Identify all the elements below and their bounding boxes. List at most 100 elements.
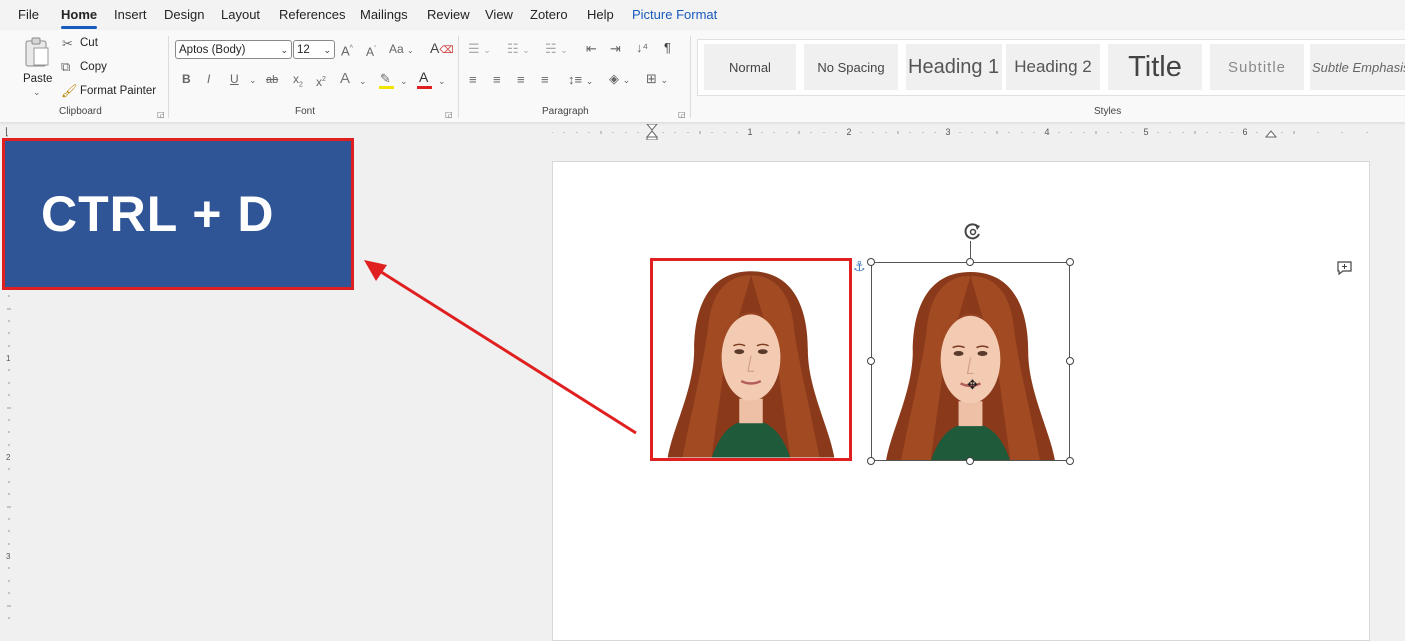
move-cursor-icon: ✥ — [967, 377, 978, 392]
line-spacing-icon[interactable]: ↕≡ ⌄ — [568, 73, 593, 88]
ruler-number: 3 — [6, 552, 11, 561]
strikethrough-icon[interactable]: ab — [266, 74, 278, 87]
tab-help[interactable]: Help — [587, 7, 614, 22]
chevron-down-icon: ⌄ — [438, 76, 446, 86]
style-normal[interactable]: Normal — [704, 44, 796, 90]
rotate-icon — [964, 223, 980, 240]
tab-picture-format[interactable]: Picture Format — [632, 7, 717, 22]
dialog-launcher-icon[interactable]: ◲ — [157, 108, 165, 121]
tab-design[interactable]: Design — [164, 7, 204, 22]
tab-references[interactable]: References — [279, 7, 345, 22]
style-heading-1[interactable]: Heading 1 — [906, 44, 1002, 90]
style-no-spacing[interactable]: No Spacing — [804, 44, 898, 90]
resize-handle-left[interactable] — [867, 357, 875, 365]
shortcut-text: CTRL + D — [41, 186, 275, 242]
cut-button[interactable]: Cut — [80, 37, 98, 49]
separator — [690, 36, 691, 118]
numbering-icon[interactable]: ☷ ⌄ — [507, 42, 530, 57]
chevron-down-icon: ⌄ — [33, 87, 41, 97]
superscript-mark: 2 — [322, 76, 326, 83]
shading-icon[interactable]: ◈ ⌄ — [609, 72, 630, 87]
resize-handle-top-right[interactable] — [1066, 258, 1074, 266]
tab-home[interactable]: Home — [61, 7, 97, 22]
tab-mailings[interactable]: Mailings — [360, 7, 408, 22]
horizontal-ruler[interactable]: 1 2 3 4 5 6 — [552, 124, 1370, 140]
style-heading-2[interactable]: Heading 2 — [1006, 44, 1100, 90]
copy-button[interactable]: Copy — [80, 61, 107, 73]
paste-label: Paste — [23, 73, 53, 85]
font-size-value: 12 — [297, 44, 310, 56]
italic-icon[interactable]: I — [207, 73, 210, 86]
separator — [458, 36, 459, 118]
separator — [168, 36, 169, 118]
dialog-launcher-icon[interactable]: ◲ — [445, 108, 453, 121]
bold-icon[interactable]: B — [182, 73, 191, 86]
subscript-icon[interactable]: x2 — [293, 73, 303, 91]
rotate-handle[interactable] — [962, 221, 984, 243]
font-size-select[interactable]: 12 ⌄ — [293, 40, 335, 59]
justify-icon[interactable]: ≡ — [541, 73, 549, 86]
highlight-icon[interactable]: ✎ — [380, 72, 391, 85]
borders-icon[interactable]: ⊞ ⌄ — [646, 72, 668, 87]
chevron-down-icon: ⌄ — [359, 76, 367, 86]
tab-view[interactable]: View — [485, 7, 513, 22]
change-case-icon[interactable]: Aa ⌄ — [389, 43, 414, 57]
ruler-number: 2 — [6, 453, 11, 462]
chevron-down-icon: ⌄ — [323, 45, 331, 55]
align-left-icon[interactable]: ≡ — [469, 73, 477, 86]
style-subtitle[interactable]: Subtitle — [1210, 44, 1304, 90]
multilevel-list-icon[interactable]: ☵ ⌄ — [545, 42, 568, 57]
resize-handle-bottom-right[interactable] — [1066, 457, 1074, 465]
new-comment-icon[interactable] — [1336, 260, 1354, 276]
font-group-label: Font — [295, 106, 316, 117]
clipboard-group-label: Clipboard — [59, 106, 102, 117]
right-indent-marker[interactable] — [1264, 130, 1278, 138]
style-title[interactable]: Title — [1108, 44, 1202, 90]
shrink-font-glyph: A — [366, 45, 375, 59]
grow-font-glyph: A — [341, 43, 350, 59]
tab-layout[interactable]: Layout — [221, 7, 260, 22]
paste-button[interactable]: Paste ⌄ — [18, 34, 56, 98]
superscript-icon[interactable]: x2 — [316, 73, 326, 89]
font-family-select[interactable]: Aptos (Body) ⌄ — [175, 40, 292, 59]
font-color-icon[interactable]: A — [419, 70, 428, 84]
styles-group-label: Styles — [1094, 106, 1122, 117]
resize-handle-top[interactable] — [966, 258, 974, 266]
underline-icon[interactable]: U — [230, 73, 239, 86]
resize-handle-right[interactable] — [1066, 357, 1074, 365]
ruler-number: 5 — [1143, 127, 1148, 137]
original-picture[interactable] — [650, 258, 852, 461]
show-marks-icon[interactable]: ¶ — [664, 41, 671, 54]
portrait-woman-image — [653, 261, 849, 458]
text-effects-icon[interactable]: A — [340, 71, 350, 86]
tab-review[interactable]: Review — [427, 7, 470, 22]
tab-insert[interactable]: Insert — [114, 7, 147, 22]
subscript-mark: 2 — [299, 81, 303, 89]
resize-handle-top-left[interactable] — [867, 258, 875, 266]
font-color-bar — [417, 86, 432, 89]
tab-file[interactable]: File — [18, 7, 39, 22]
style-subtle-emphasis[interactable]: Subtle Emphasis — [1310, 44, 1405, 90]
ruler-number: 6 — [1242, 127, 1247, 137]
ruler-number: 4 — [1044, 127, 1049, 137]
tab-zotero[interactable]: Zotero — [530, 7, 568, 22]
grow-font-icon[interactable]: A^ — [341, 42, 353, 57]
clear-formatting-icon[interactable]: A⌫ — [430, 41, 453, 57]
increase-indent-icon[interactable]: ⇥ — [610, 42, 621, 55]
indent-marker[interactable] — [645, 124, 659, 140]
anchor-icon[interactable]: ⚓ — [853, 259, 866, 273]
shrink-font-icon[interactable]: Aˇ — [366, 43, 376, 59]
align-center-icon[interactable]: ≡ — [493, 73, 501, 86]
resize-handle-bottom[interactable] — [966, 457, 974, 465]
format-painter-button[interactable]: Format Painter — [80, 85, 156, 97]
clipboard-icon — [25, 37, 49, 67]
align-right-icon[interactable]: ≡ — [517, 73, 525, 86]
chevron-down-icon: ⌄ — [280, 45, 288, 55]
resize-handle-bottom-left[interactable] — [867, 457, 875, 465]
decrease-indent-icon[interactable]: ⇤ — [586, 42, 597, 55]
ruler-number: 3 — [945, 127, 950, 137]
bullets-icon[interactable]: ☰ ⌄ — [468, 42, 491, 57]
dialog-launcher-icon[interactable]: ◲ — [678, 108, 686, 121]
sort-icon[interactable]: ↓⁴ — [636, 41, 648, 54]
ruler-number: 1 — [747, 127, 752, 137]
